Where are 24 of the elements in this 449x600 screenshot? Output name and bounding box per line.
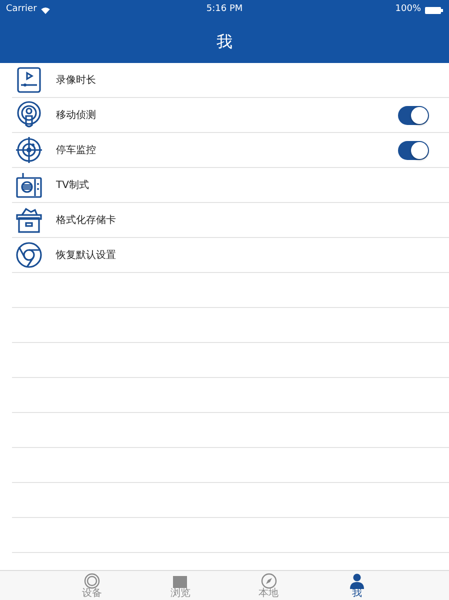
setting-label[interactable]: 移动侦测 [56,108,398,122]
carrier-text: Carrier [6,3,37,16]
sensor-icon [15,101,43,129]
wifi-icon [40,6,50,14]
video-player-icon [15,66,43,94]
setting-label[interactable]: 恢复默认设置 [56,248,429,262]
setting-label[interactable]: 停车监控 [56,142,398,158]
page-title: 我 [216,30,232,52]
battery-text: 100% [395,3,421,16]
setting-label[interactable]: TV制式 [56,178,429,192]
radio-icon [15,171,43,199]
camera-lens-icon [84,573,100,589]
box-icon [15,206,43,234]
setting-label[interactable]: 录像时长 [56,72,429,88]
battery-icon [425,6,443,14]
folder-icon [172,573,188,589]
setting-label[interactable]: 格式化存储卡 [56,212,429,228]
toggle-switch[interactable] [398,140,429,160]
person-icon [348,573,365,589]
clock-text: 5:16 PM [206,3,243,16]
compass-icon [260,573,277,589]
target-icon [15,136,43,164]
toggle-switch[interactable] [398,106,429,124]
circular-logo-icon [15,241,43,269]
